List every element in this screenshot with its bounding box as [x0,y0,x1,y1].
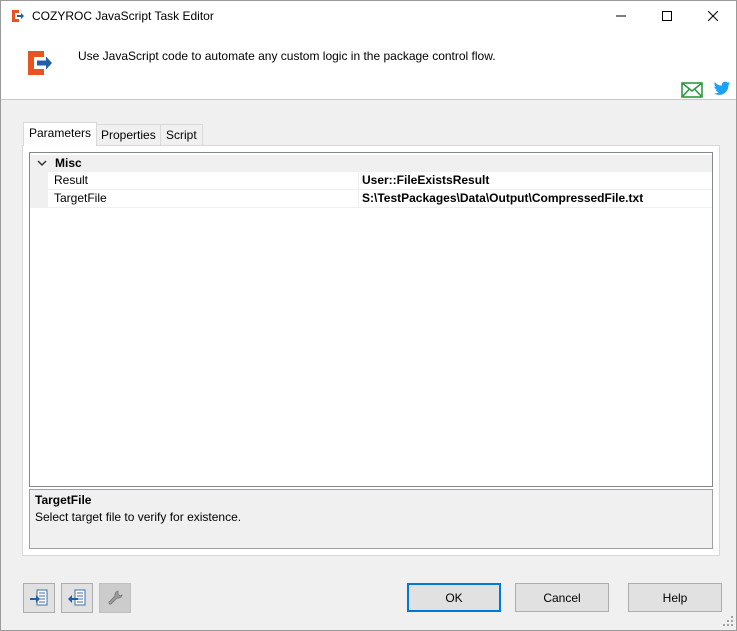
property-value[interactable]: User::FileExistsResult [362,173,489,187]
cozyroc-app-icon [12,10,24,22]
category-row-misc[interactable]: Misc [30,155,712,172]
minimize-button[interactable] [598,1,644,31]
category-label: Misc [55,156,82,170]
mail-icon[interactable] [681,82,703,98]
cancel-button[interactable]: Cancel [515,583,609,612]
property-name: TargetFile [54,191,107,205]
export-icon [68,589,86,606]
tab-parameters[interactable]: Parameters [23,122,98,146]
row-gutter [30,172,48,189]
title-bar: COZYROC JavaScript Task Editor [1,1,736,31]
column-divider [358,190,359,207]
description-pane: TargetFile Select target file to verify … [29,489,713,549]
maximize-button[interactable] [644,1,690,31]
property-row-targetfile[interactable]: TargetFile S:\TestPackages\Data\Output\C… [30,190,712,208]
wrench-icon [108,590,123,605]
close-icon [708,11,718,21]
ok-button[interactable]: OK [407,583,501,612]
close-button[interactable] [690,1,736,31]
description-text: Select target file to verify for existen… [35,510,242,524]
header-banner: Use JavaScript code to automate any cust… [1,31,736,99]
property-grid[interactable]: Misc Result User::FileExistsResult Targe… [29,152,713,487]
maximize-icon [662,11,672,21]
property-row-result[interactable]: Result User::FileExistsResult [30,172,712,190]
column-divider [358,172,359,189]
chevron-down-icon[interactable] [36,155,48,172]
parameters-panel: Misc Result User::FileExistsResult Targe… [22,145,720,556]
export-button[interactable] [61,583,93,613]
row-gutter [30,190,48,207]
tool-button-disabled[interactable] [99,583,131,613]
help-button[interactable]: Help [628,583,722,612]
property-value[interactable]: S:\TestPackages\Data\Output\CompressedFi… [362,191,643,205]
header-description: Use JavaScript code to automate any cust… [78,49,496,63]
property-name: Result [54,173,89,187]
description-title: TargetFile [35,493,92,507]
tab-properties[interactable]: Properties [95,124,162,145]
minimize-icon [616,15,626,17]
import-button[interactable] [23,583,55,613]
window-title: COZYROC JavaScript Task Editor [32,9,214,23]
import-icon [30,589,48,606]
cozyroc-logo-icon [28,51,52,75]
dialog-body: Parameters Properties Script Misc Result… [1,100,736,630]
resize-grip-icon[interactable] [722,615,734,627]
twitter-bird-icon[interactable] [713,81,731,97]
editor-window: COZYROC JavaScript Task Editor Use JavaS… [0,0,737,631]
tab-script[interactable]: Script [160,124,203,145]
